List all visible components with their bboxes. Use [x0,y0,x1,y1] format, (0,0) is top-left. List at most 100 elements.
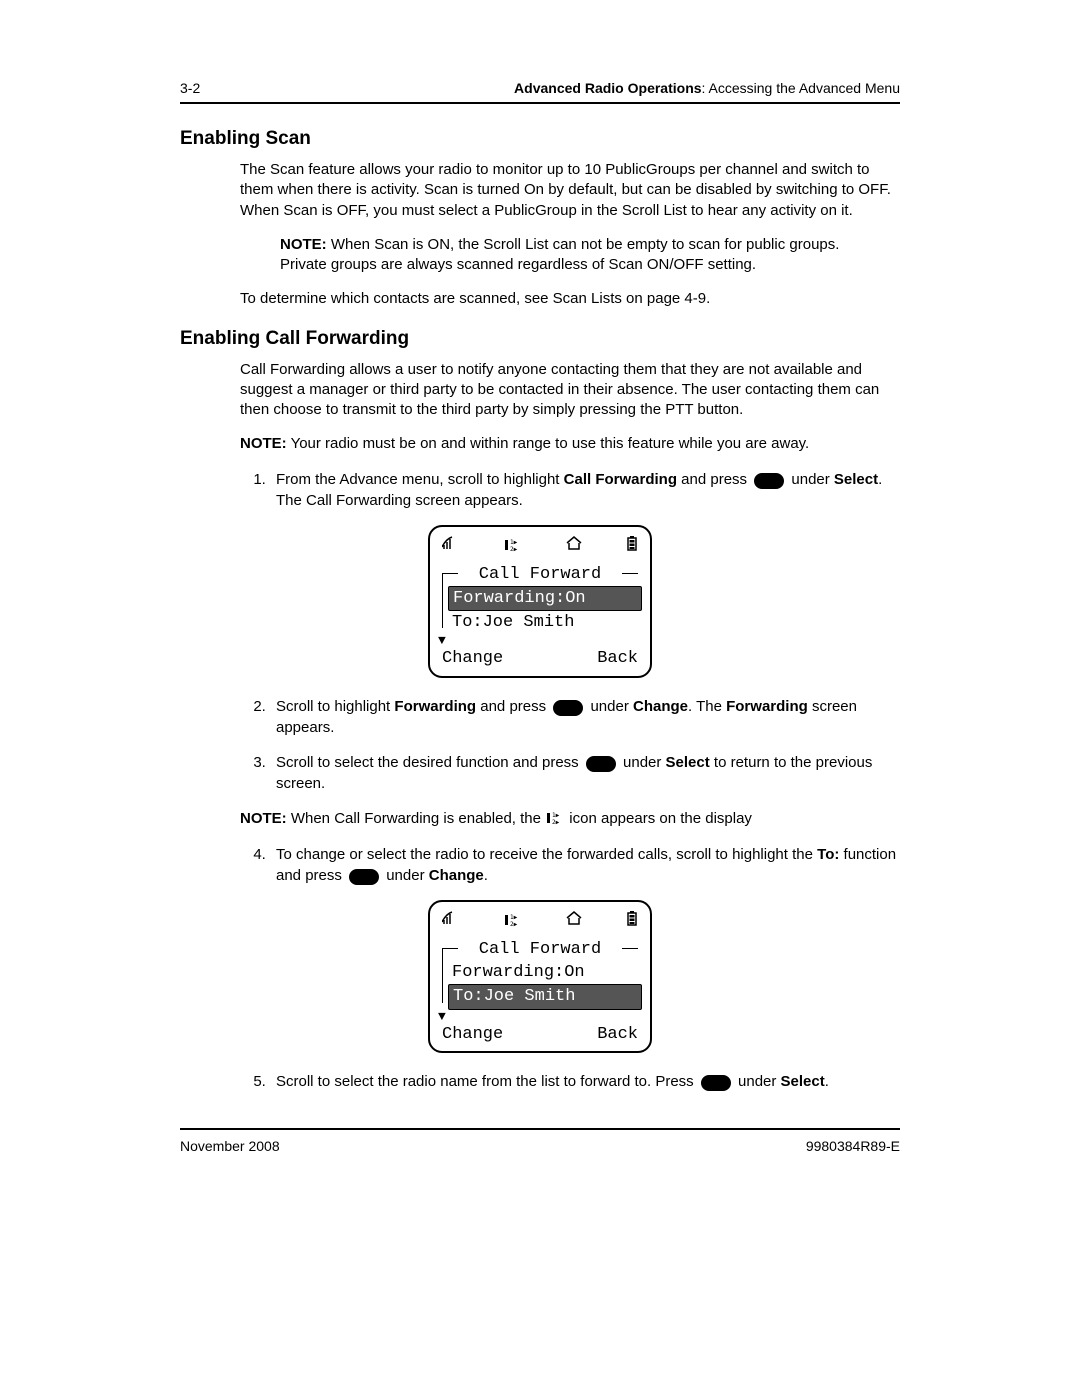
home-icon [565,536,583,557]
softkey-pill-icon [349,869,379,885]
cf-note2: NOTE: When Call Forwarding is enabled, t… [240,808,900,830]
lcd-screen: 1▶2▶ Call Forward Forwarding:On To:Joe S… [428,900,652,1053]
txt: under [787,471,834,488]
footer-rule [180,1128,900,1130]
cf-step-2: Scroll to highlight Forwarding and press… [270,696,900,738]
bold-text: Select [834,471,878,488]
lcd-title-row: Call Forward [438,939,642,957]
note-label: NOTE: [240,810,287,827]
lcd-line-forwarding: Forwarding:On [448,961,642,984]
note-label: NOTE: [240,435,287,452]
scan-p1: The Scan feature allows your radio to mo… [240,160,900,221]
lcd-status-bar: 1▶2▶ [438,910,642,937]
svg-text:2▶: 2▶ [552,819,560,826]
lcd-menu: Forwarding:On To:Joe Smith [438,961,642,1010]
note-text: When Scan is ON, the Scroll List can not… [280,236,839,273]
bold-text: Call Forwarding [564,471,677,488]
svg-text:2▶: 2▶ [510,546,518,553]
home-icon [565,911,583,932]
footer-date: November 2008 [180,1138,280,1154]
softkey-pill-icon [701,1075,731,1091]
bold-text: Change [633,698,688,715]
txt: icon appears on the display [565,810,752,827]
scan-see-also: To determine which contacts are scanned,… [240,289,900,309]
txt: under [382,867,429,884]
softkey-left: Change [442,648,503,669]
softkey-pill-icon [586,756,616,772]
cf-p1: Call Forwarding allows a user to notify … [240,360,900,421]
chapter-sub: : Accessing the Advanced Menu [702,80,900,96]
cf-note1-text: Your radio must be on and within range t… [287,435,810,452]
txt: From the Advance menu, scroll to highlig… [276,471,564,488]
bold-text: To: [817,846,839,863]
txt: and press [677,471,751,488]
lcd-softkeys: Change Back [438,1022,642,1045]
txt: Scroll to select the desired function an… [276,754,583,771]
bold-text: Select [781,1073,825,1090]
svg-text:1▶: 1▶ [510,914,518,921]
softkey-left: Change [442,1024,503,1045]
bold-text: Forwarding [394,698,476,715]
lcd-line-forwarding: Forwarding:On [448,586,642,611]
signal-icon [442,536,460,557]
txt: under [619,754,666,771]
battery-icon [626,910,638,933]
lcd-title: Call Forward [473,940,607,959]
footer-docnum: 9980384R89-E [806,1138,900,1154]
lcd-screen: 1▶2▶ Call Forward Forwarding:On To:Joe S… [428,525,652,678]
txt: Scroll to highlight [276,698,394,715]
txt: When Call Forwarding is enabled, the [287,810,545,827]
scroll-down-arrow-icon: ▼ [438,1012,642,1022]
page-container: 3-2 Advanced Radio Operations: Accessing… [90,0,990,1214]
txt: under [734,1073,781,1090]
lcd-figure-1: 1▶2▶ Call Forward Forwarding:On To:Joe S… [180,525,900,678]
cf-body: Call Forwarding allows a user to notify … [240,360,900,455]
call-forward-icon: 1▶2▶ [503,912,523,935]
txt: . [825,1073,829,1090]
scan-p2: To determine which contacts are scanned,… [240,289,900,309]
softkey-right: Back [597,648,638,669]
txt: . The [688,698,726,715]
txt: . [484,867,488,884]
page-header: 3-2 Advanced Radio Operations: Accessing… [180,80,900,96]
signal-icon [442,911,460,932]
header-rule [180,102,900,104]
note-label: NOTE: [280,236,327,253]
battery-icon [626,535,638,558]
call-forward-icon: 1▶2▶ [503,537,523,560]
svg-text:2▶: 2▶ [510,921,518,928]
txt: To change or select the radio to receive… [276,846,817,863]
call-forward-icon: 1▶2▶ [545,810,565,832]
chapter-name: Advanced Radio Operations [514,80,701,96]
lcd-title: Call Forward [473,565,607,584]
softkey-pill-icon [553,700,583,716]
scroll-down-arrow-icon: ▼ [438,636,642,646]
cf-note1: NOTE: Your radio must be on and within r… [240,434,900,454]
page-number: 3-2 [180,80,200,96]
lcd-figure-2: 1▶2▶ Call Forward Forwarding:On To:Joe S… [180,900,900,1053]
page-footer: November 2008 9980384R89-E [180,1138,900,1154]
heading-enabling-scan: Enabling Scan [180,128,900,150]
cf-note2-p: NOTE: When Call Forwarding is enabled, t… [240,808,900,830]
cf-step-1: From the Advance menu, scroll to highlig… [270,469,900,511]
txt: and press [476,698,550,715]
svg-text:1▶: 1▶ [552,812,560,819]
cf-step-4: To change or select the radio to receive… [270,844,900,886]
lcd-line-to: To:Joe Smith [448,611,642,634]
lcd-line-to: To:Joe Smith [448,984,642,1009]
cf-steps-cont: Scroll to highlight Forwarding and press… [240,696,900,794]
chapter-breadcrumb: Advanced Radio Operations: Accessing the… [514,80,900,96]
bold-text: Forwarding [726,698,808,715]
cf-step-5: Scroll to select the radio name from the… [270,1071,900,1092]
cf-steps-cont3: Scroll to select the radio name from the… [240,1071,900,1092]
txt: Scroll to select the radio name from the… [276,1073,698,1090]
cf-step-3: Scroll to select the desired function an… [270,752,900,794]
lcd-menu: Forwarding:On To:Joe Smith [438,586,642,635]
bold-text: Select [666,754,710,771]
heading-enabling-call-forwarding: Enabling Call Forwarding [180,328,900,350]
lcd-status-bar: 1▶2▶ [438,535,642,562]
softkey-right: Back [597,1024,638,1045]
bold-text: Change [429,867,484,884]
svg-text:1▶: 1▶ [510,539,518,546]
lcd-title-row: Call Forward [438,564,642,582]
